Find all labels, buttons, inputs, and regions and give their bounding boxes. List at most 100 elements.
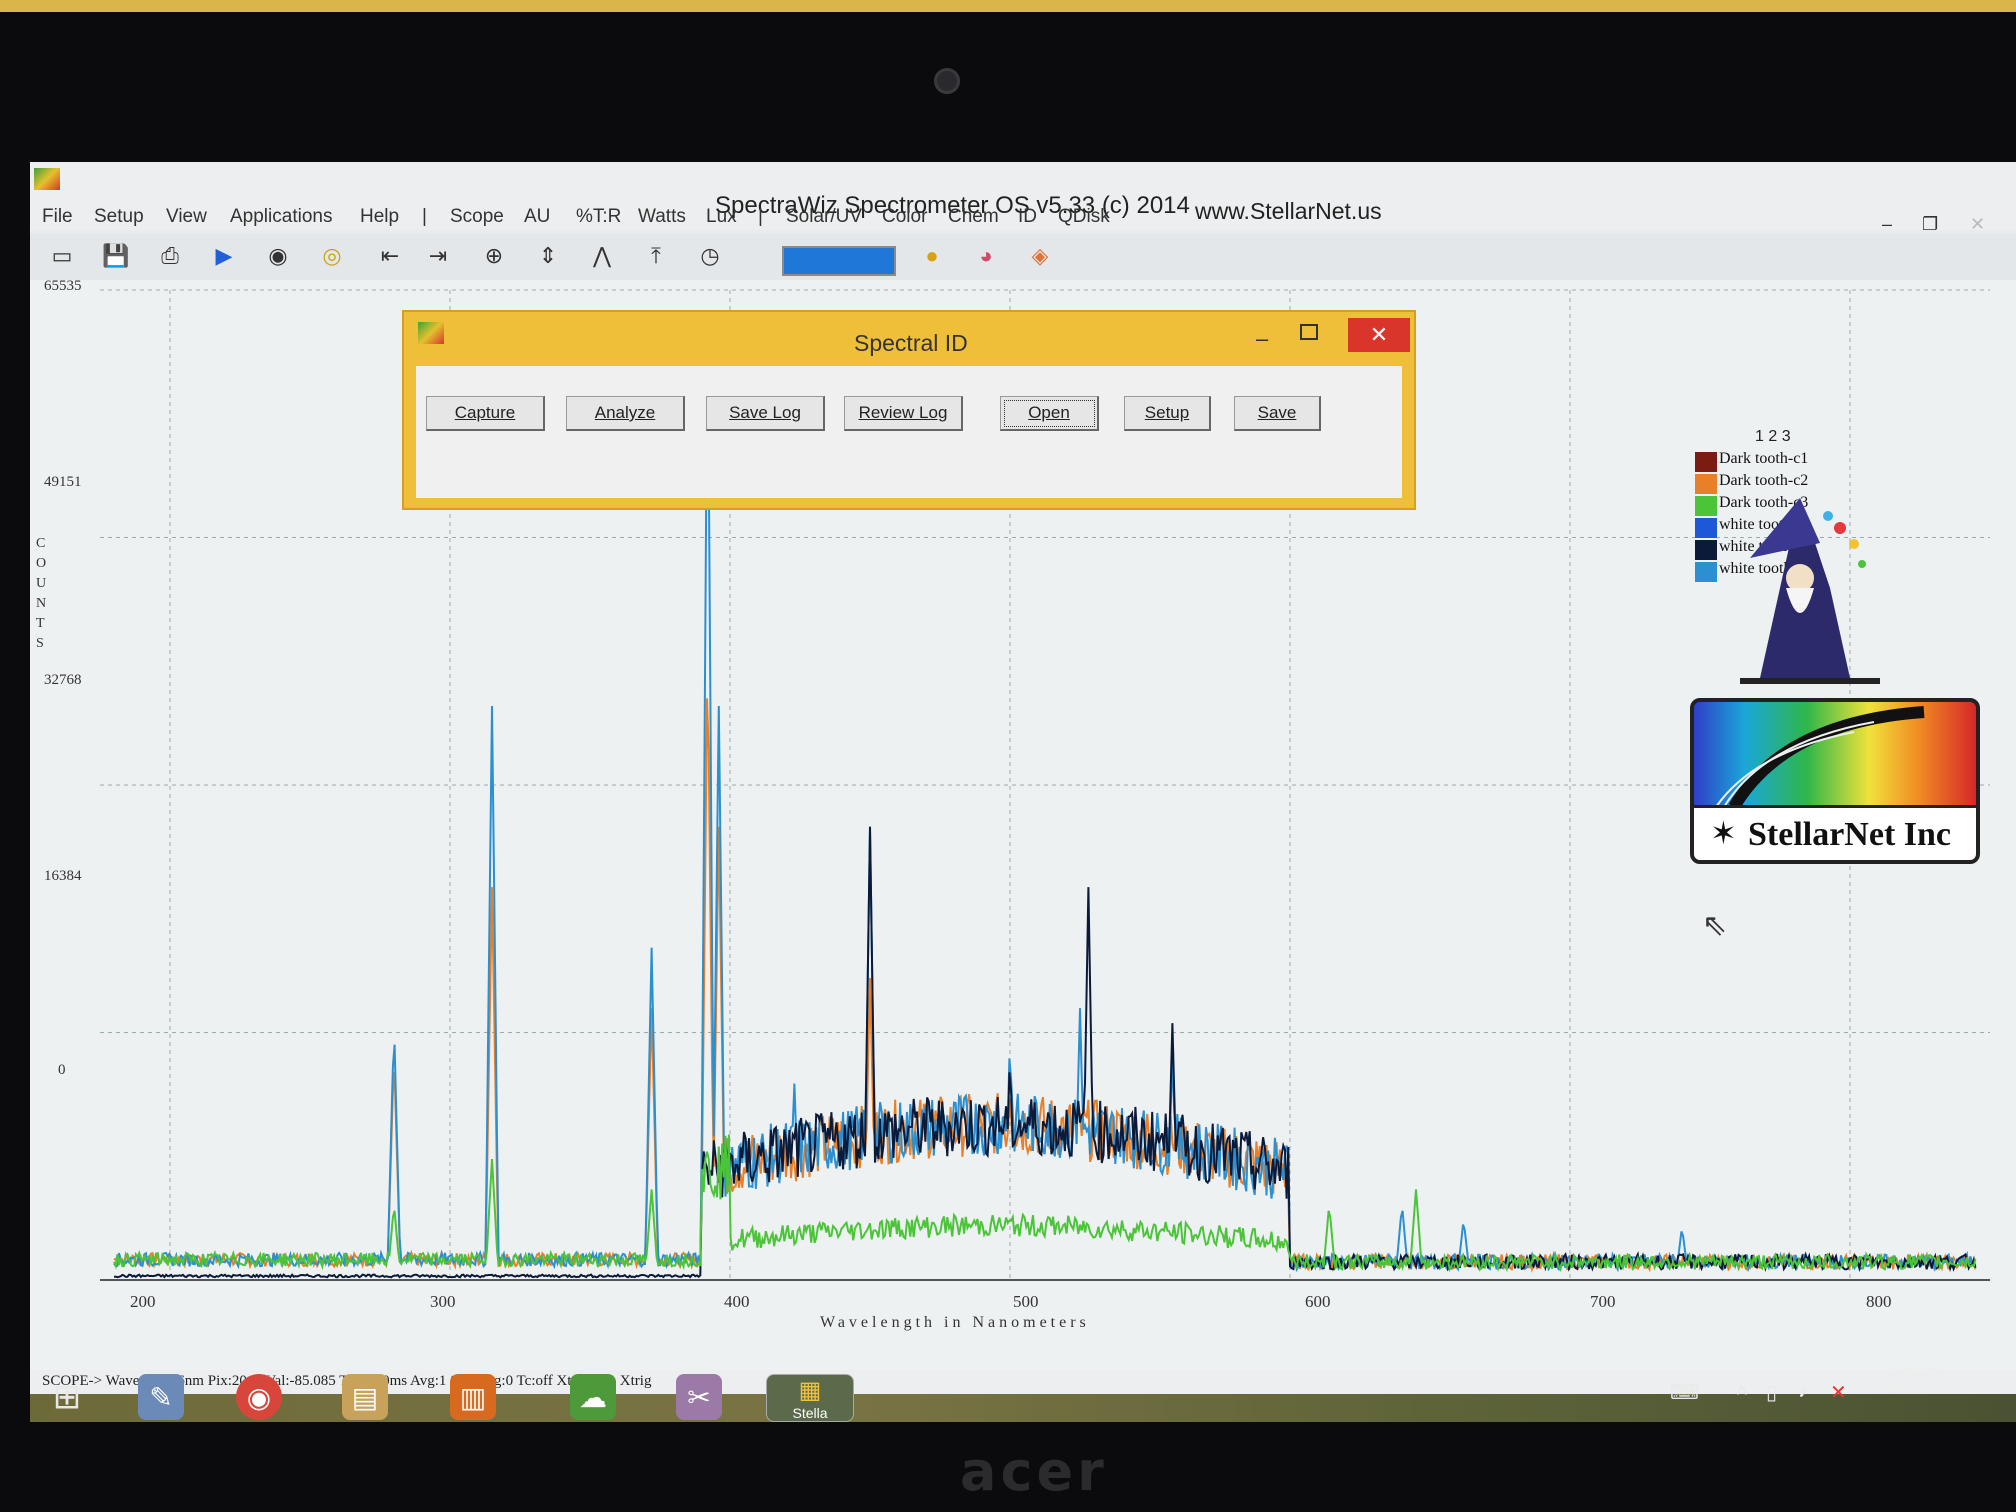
- battery-icon[interactable]: ▯: [1766, 1380, 1777, 1405]
- y-axis-label-letter: O: [36, 556, 47, 571]
- menu-lux[interactable]: Lux: [706, 206, 737, 228]
- menu-scope[interactable]: Scope: [450, 206, 504, 228]
- taskbar-active-app-label: Stella: [792, 1404, 828, 1421]
- clock-icon[interactable]: ◷: [694, 240, 726, 272]
- y-axis-label-letter: T: [36, 616, 45, 631]
- paint-app-icon[interactable]: ✎: [138, 1374, 184, 1420]
- legend-swatch: [1695, 474, 1717, 494]
- peak-icon[interactable]: ⋀: [586, 240, 618, 272]
- network-icon[interactable]: ✕: [1830, 1380, 1847, 1405]
- menu-solar-uv[interactable]: Solar/UV: [786, 206, 862, 228]
- menu-transmission[interactable]: %T:R: [576, 206, 621, 228]
- cursor-left-icon[interactable]: ⇤: [374, 240, 406, 272]
- x-tick-label: 800: [1866, 1292, 1892, 1311]
- color-wheel-icon[interactable]: ◕: [970, 240, 1002, 272]
- laptop-brand-logo: acer: [960, 1440, 1108, 1503]
- save-button[interactable]: Save: [1234, 396, 1321, 431]
- logo-text: StellarNet Inc: [1748, 816, 1952, 853]
- menu-chem[interactable]: Chem: [948, 206, 999, 228]
- dialog-title: Spectral ID: [854, 330, 968, 356]
- snipping-tool-icon[interactable]: ✂: [676, 1374, 722, 1420]
- autoscale-icon[interactable]: ⇕: [532, 240, 564, 272]
- x-tick-label: 300: [430, 1292, 456, 1311]
- restore-button[interactable]: ❐: [1922, 214, 1938, 235]
- menu-file[interactable]: File: [42, 206, 73, 228]
- analyze-button[interactable]: Analyze: [566, 396, 685, 431]
- dialog-close-button[interactable]: ✕: [1348, 318, 1410, 352]
- menu-applications[interactable]: Applications: [230, 206, 332, 228]
- save-log-button[interactable]: Save Log: [706, 396, 825, 431]
- y-tick-label: 32768: [44, 672, 82, 688]
- bulb-dark-icon[interactable]: ◉: [262, 240, 294, 272]
- bulb-light-icon[interactable]: ◎: [316, 240, 348, 272]
- dialog-body: Capture Analyze Save Log Review Log Open…: [416, 366, 1402, 498]
- legend-label: Dark tooth-c1: [1719, 450, 1809, 467]
- legend-swatch: [1695, 496, 1717, 516]
- y-tick-label: 16384: [44, 868, 82, 884]
- save-icon[interactable]: 💾: [100, 240, 132, 272]
- folder-icon[interactable]: ▭: [46, 240, 78, 272]
- legend-swatch: [1695, 452, 1717, 472]
- review-log-button[interactable]: Review Log: [844, 396, 963, 431]
- legend-label: Dark tooth-c2: [1719, 472, 1809, 489]
- dialog-minimize-button[interactable]: –: [1256, 326, 1268, 352]
- legend-item[interactable]: Dark tooth-c2: [1695, 472, 1855, 494]
- taskbar-active-app[interactable]: ▦ Stella: [766, 1374, 854, 1422]
- chrome-app-icon[interactable]: ◉: [236, 1374, 282, 1420]
- status-bar: SCOPE-> Wave:845.86nm Pix:2046 Val:-85.0…: [30, 1370, 2016, 1394]
- capture-button[interactable]: Capture: [426, 396, 545, 431]
- menu-separator: |: [422, 206, 427, 227]
- legend-swatch: [1695, 562, 1717, 582]
- logo-band: ✶ StellarNet Inc: [1694, 805, 1976, 860]
- cursor-right-icon[interactable]: ⇥: [422, 240, 454, 272]
- spectrawiz-taskbar-icon: ▦: [798, 1376, 822, 1404]
- laptop-bezel-top: [0, 0, 2016, 12]
- menu-id[interactable]: ID: [1018, 206, 1037, 228]
- y-tick-label: 65535: [44, 278, 82, 294]
- legend-swatch: [1695, 540, 1717, 560]
- stellarnet-logo: ✶ StellarNet Inc: [1690, 698, 1980, 864]
- x-tick-label: 700: [1590, 1292, 1616, 1311]
- setup-button[interactable]: Setup: [1124, 396, 1211, 431]
- minimize-button[interactable]: –: [1882, 214, 1892, 235]
- file-explorer-icon[interactable]: ▤: [342, 1374, 388, 1420]
- show-hidden-icons-button[interactable]: ˄: [1736, 1380, 1748, 1403]
- y-axis-label-letter: C: [36, 536, 46, 551]
- dialog-maximize-button[interactable]: [1300, 324, 1318, 340]
- menu-help[interactable]: Help: [360, 206, 399, 228]
- clock-time: 2:43 PM: [1888, 1364, 1945, 1381]
- sun-icon[interactable]: ●: [916, 240, 948, 272]
- baseline-icon[interactable]: ⤒: [640, 240, 672, 272]
- menu-qdisk[interactable]: QDisk: [1058, 206, 1110, 228]
- color-bar[interactable]: [782, 246, 896, 276]
- zoom-icon[interactable]: ⊕: [478, 240, 510, 272]
- mouse-pointer-icon: ⇖: [1702, 909, 1728, 942]
- legend-item[interactable]: Dark tooth-c1: [1695, 450, 1855, 472]
- star-icon: ✶: [1710, 815, 1737, 851]
- app-icon[interactable]: [34, 168, 60, 190]
- palette-icon[interactable]: ◈: [1024, 240, 1056, 272]
- menu-color[interactable]: Color: [882, 206, 927, 228]
- play-icon[interactable]: ▶: [208, 240, 240, 272]
- print-icon[interactable]: ⎙: [154, 240, 186, 272]
- menu-setup[interactable]: Setup: [94, 206, 144, 228]
- notes-app-icon[interactable]: ▥: [450, 1374, 496, 1420]
- menu-view[interactable]: View: [166, 206, 207, 228]
- menu-separator-2: |: [758, 206, 763, 227]
- y-axis-label-letter: N: [36, 596, 47, 611]
- y-axis-label-letter: U: [36, 576, 47, 591]
- wizard-mascot-icon: [1740, 498, 1880, 684]
- menu-au[interactable]: AU: [524, 206, 550, 228]
- start-windows-icon[interactable]: ⊞: [44, 1374, 90, 1420]
- volume-icon[interactable]: ♪: [1798, 1380, 1808, 1403]
- cloud-app-icon[interactable]: ☁: [570, 1374, 616, 1420]
- taskbar-clock[interactable]: 2:43 PM 8/6/2020: [1886, 1364, 1944, 1398]
- menu-watts[interactable]: Watts: [638, 206, 686, 228]
- dialog-app-icon[interactable]: [418, 322, 444, 344]
- legend-swatch: [1695, 518, 1717, 538]
- spectral-id-dialog: Spectral ID – ✕ Capture Analyze Save Log…: [402, 310, 1416, 510]
- open-button[interactable]: Open: [1000, 396, 1099, 431]
- close-button[interactable]: ✕: [1970, 214, 1985, 235]
- keyboard-icon[interactable]: ⌨: [1670, 1380, 1699, 1405]
- menu-bar: File Setup View Applications Help | Scop…: [30, 202, 1230, 232]
